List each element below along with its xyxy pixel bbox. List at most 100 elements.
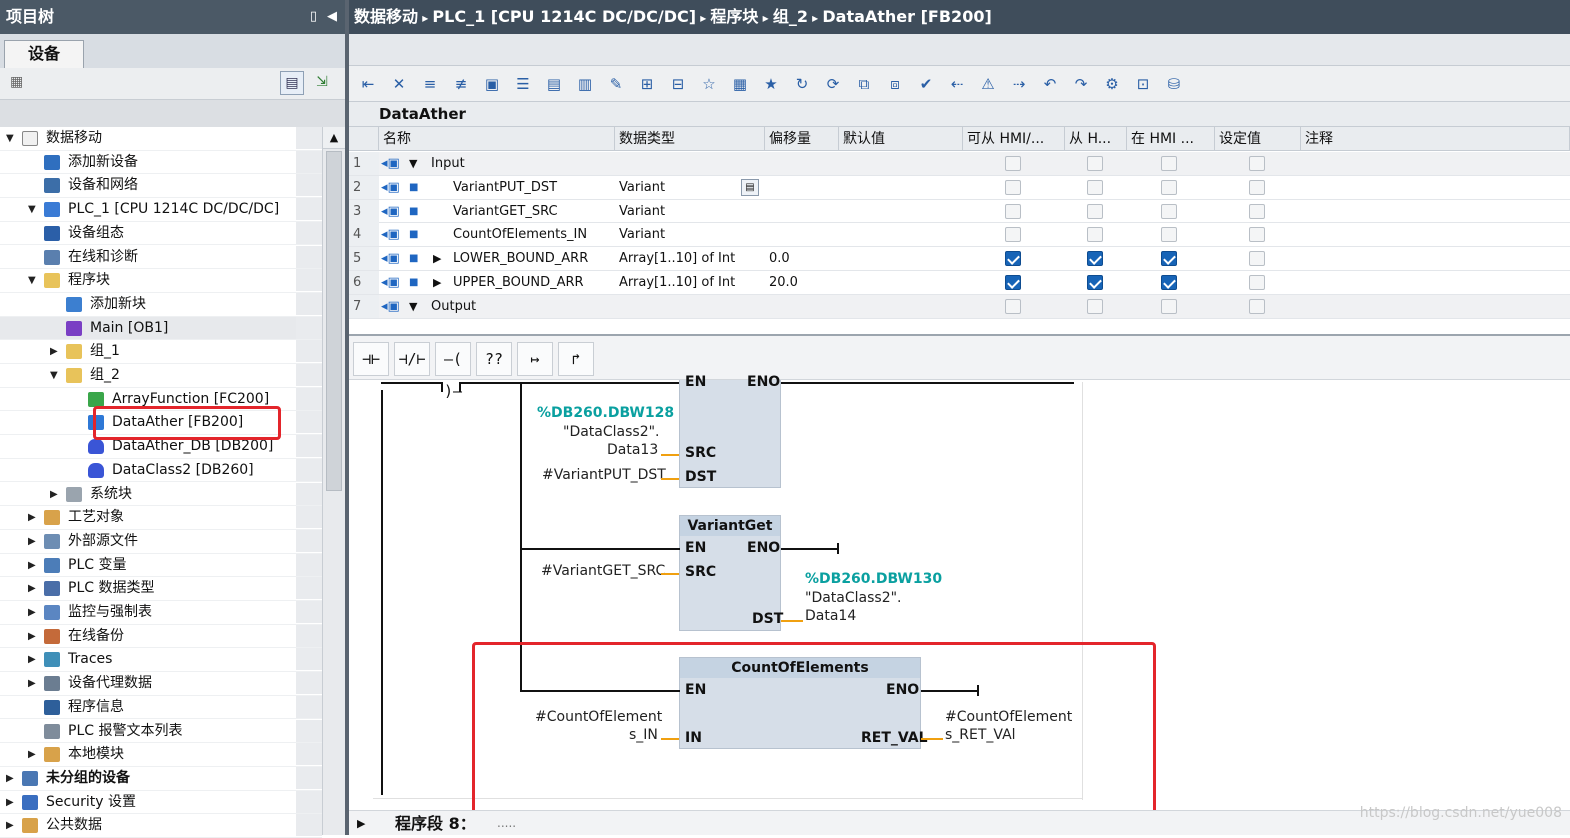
expand-arrow-icon[interactable]: ▶ [28,625,40,648]
variable-datatype[interactable]: Variant [619,176,665,199]
column-header[interactable]: 名称 [379,127,615,151]
tree-item[interactable]: ▶ Traces [0,648,322,673]
goto-previous-icon[interactable]: ⇠ [946,73,968,95]
tab-devices[interactable]: 设备 [4,40,84,68]
expand-network-icon[interactable]: ▶ [357,811,365,835]
table-row[interactable]: 4 ◂▣ ■ CountOfElements_IN Variant [349,223,1570,248]
put-src-address[interactable]: %DB260.DBW128 [537,405,674,421]
column-header[interactable]: 数据类型 [615,127,765,151]
variable-datatype[interactable]: Variant [619,200,665,223]
hmi-checkbox[interactable] [1161,203,1177,219]
test-icon[interactable]: ⚙ [1101,73,1123,95]
hmi-checkbox[interactable] [1249,156,1265,171]
network-8-comment[interactable]: ..... [497,811,516,835]
get-src-operand[interactable]: #VariantGET_SRC [541,563,665,579]
collapse-arrow-icon[interactable]: ▼ [50,364,62,387]
hmi-checkbox[interactable] [1005,298,1021,314]
hmi-checkbox[interactable] [1249,179,1265,195]
expand-arrow-icon[interactable]: ▶ [6,814,18,837]
expand-arrow-icon[interactable]: ▶ [6,767,18,790]
expand-arrow-icon[interactable]: ▶ [6,791,18,814]
put-dst-operand[interactable]: #VariantPUT_DST [542,467,666,483]
tree-item[interactable]: ▼ 程序块 [0,269,322,293]
expand-arrow-icon[interactable]: ▶ [28,577,40,600]
column-header[interactable]: 设定值 [1215,127,1301,151]
column-header[interactable]: 从 H... [1065,127,1127,151]
hmi-checkbox[interactable] [1005,156,1021,171]
hmi-checkbox[interactable] [1087,203,1103,219]
tree-item[interactable]: ▼ 组_2 [0,364,322,388]
table-row[interactable]: 5 ◂▣ ▶ ■ LOWER_BOUND_ARR Array[1..10] of Int 0… [349,247,1570,271]
delete-row-icon[interactable]: ≢ [450,73,472,95]
tree-item[interactable]: ▶ 未分组的设备 [0,766,322,791]
hmi-checkbox[interactable] [1005,179,1021,195]
favorites-icon[interactable]: ☆ [698,73,720,95]
expand-arrow-icon[interactable]: ▶ [28,743,40,766]
compare-icon[interactable]: ⧉ [853,73,875,95]
export-icon[interactable]: ⇲ [310,71,334,95]
expand-arrow-icon[interactable]: ▶ [433,271,441,294]
breadcrumb-item[interactable]: DataAther [FB200] [822,7,991,26]
tree-item[interactable]: ▶ 外部源文件 [0,529,322,554]
insert-network-icon[interactable]: ⇤ [357,73,379,95]
put-src-operand-1[interactable]: "DataClass2". [563,424,660,440]
variable-datatype[interactable]: Array[1..10] of Int [619,271,735,294]
tree-item[interactable]: DataClass2 [DB260] [0,458,322,483]
hmi-checkbox[interactable] [1087,179,1103,195]
monitor-all-icon[interactable]: ⟳ [822,73,844,95]
tree-item[interactable]: ▶ PLC 数据类型 [0,577,322,601]
collapse-arrow-icon[interactable]: ▼ [28,269,40,292]
variable-name[interactable]: UPPER_BOUND_ARR [453,271,584,294]
tree-item[interactable]: ▶ 设备代理数据 [0,672,322,696]
tree-item[interactable]: PLC 报警文本列表 [0,719,322,744]
hmi-checkbox[interactable] [1161,275,1177,290]
table-row[interactable]: 7 ◂▣ ▼ Output [349,294,1570,319]
tree-item[interactable]: 设备和网络 [0,174,322,199]
absolute-operand-icon[interactable]: ⊞ [636,73,658,95]
delete-network-icon[interactable]: ✕ [388,73,410,95]
align-left-icon[interactable]: ☰ [512,73,534,95]
get-dst-operand-2[interactable]: Data14 [805,608,856,624]
compare-online-icon[interactable]: ⧈ [884,73,906,95]
tree-item[interactable]: 添加新块 [0,292,322,317]
expand-networks-icon[interactable]: ▤ [543,73,565,95]
scroll-thumb[interactable] [326,151,342,491]
normally-closed-contact-icon[interactable]: ⊣/⊢ [394,342,430,376]
variable-name[interactable]: VariantPUT_DST [453,176,557,199]
list-view-icon[interactable]: ▦ [729,73,751,95]
tree-item[interactable]: ▶ 工艺对象 [0,506,322,530]
tree-item[interactable]: ▶ 组_1 [0,340,322,364]
tree-item[interactable]: ▶ 公共数据 [0,814,322,838]
breadcrumb-item[interactable]: PLC_1 [CPU 1214C DC/DC/DC] [432,7,696,26]
close-branch-icon[interactable]: ↱ [558,342,594,376]
comments-icon[interactable]: ✎ [605,73,627,95]
hmi-checkbox[interactable] [1087,227,1103,243]
tree-item[interactable]: ▶ PLC 变量 [0,553,322,578]
variable-name[interactable]: LOWER_BOUND_ARR [453,247,588,270]
hmi-checkbox[interactable] [1087,251,1103,267]
column-header[interactable]: 可从 HMI/... [963,127,1065,151]
expand-arrow-icon[interactable]: ▶ [28,506,40,529]
tree-scrollbar[interactable]: ▲ [322,127,345,835]
simulate-icon[interactable]: ⊡ [1132,73,1154,95]
collapse-arrow-icon[interactable]: ▼ [28,198,40,221]
hmi-checkbox[interactable] [1249,227,1265,243]
collapse-networks-icon[interactable]: ▥ [574,73,596,95]
tree-item[interactable]: 添加新设备 [0,150,322,175]
db-tool-icon[interactable]: ⛁ [1163,73,1185,95]
normally-open-contact-icon[interactable]: ⊣⊢ [353,342,389,376]
tree-item[interactable]: 在线和诊断 [0,245,322,270]
get-dst-operand-1[interactable]: "DataClass2". [805,590,902,606]
variable-name[interactable]: VariantGET_SRC [453,200,558,223]
collapse-arrow-icon[interactable]: ▼ [409,152,417,175]
variable-datatype[interactable]: Variant [619,223,665,246]
hmi-checkbox[interactable] [1005,203,1021,219]
variable-name[interactable]: Input [431,152,465,175]
breadcrumb-item[interactable]: 数据移动 [354,7,418,26]
table-row[interactable]: 3 ◂▣ ■ VariantGET_SRC Variant [349,199,1570,224]
jump-back-icon[interactable]: ↶ [1039,73,1061,95]
tree-item[interactable]: Main [OB1] [0,316,322,341]
expand-arrow-icon[interactable]: ▶ [28,648,40,671]
hmi-checkbox[interactable] [1161,298,1177,314]
collapse-arrow-icon[interactable]: ▼ [6,127,18,150]
